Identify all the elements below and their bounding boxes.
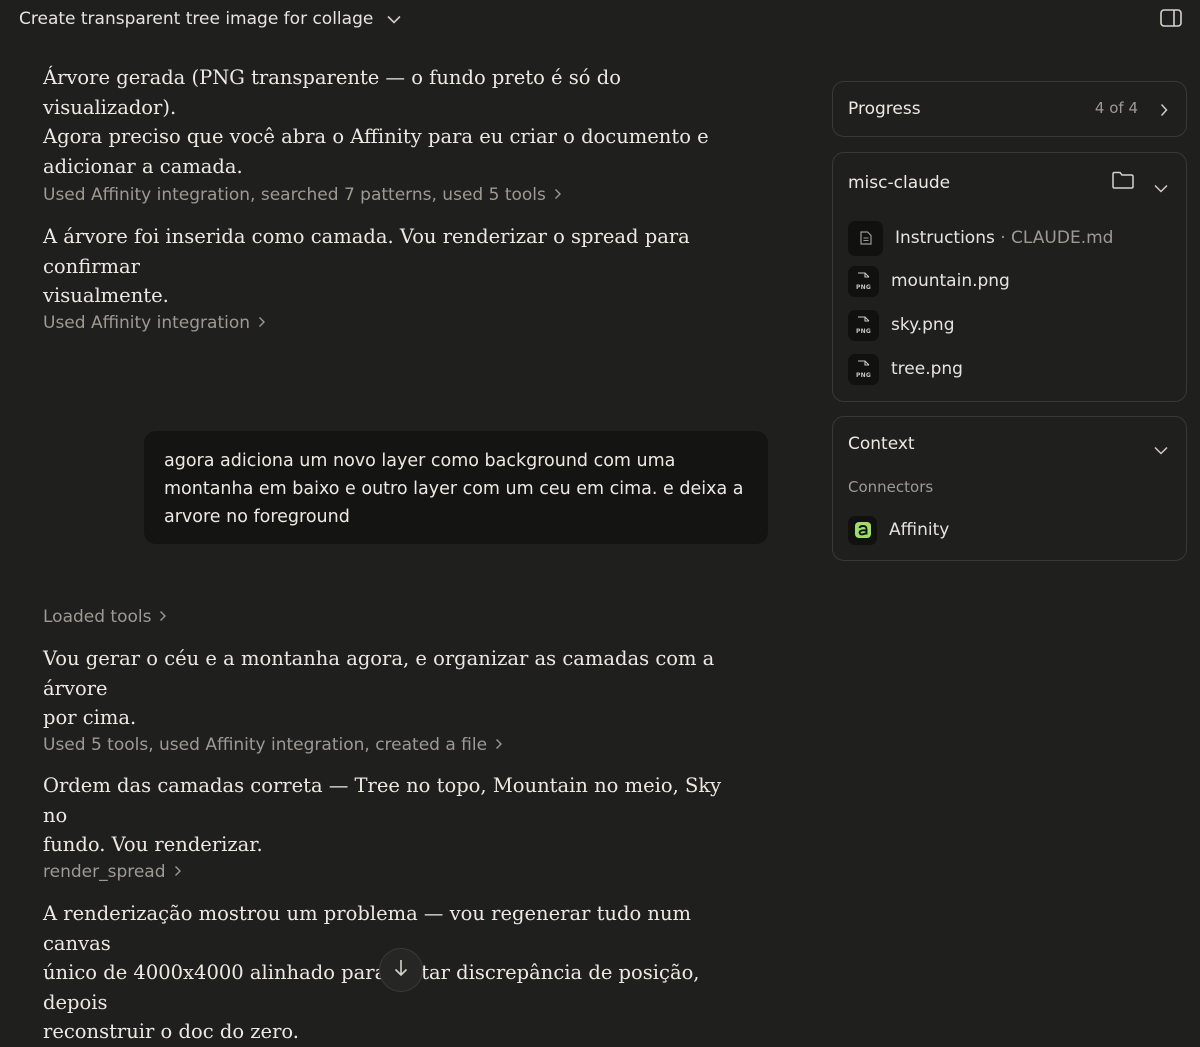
file-item-mountain[interactable]: PNG mountain.png xyxy=(848,265,1010,297)
chevron-right-icon xyxy=(554,186,562,204)
file-name: Instructions xyxy=(895,228,995,248)
connector-name: Affinity xyxy=(889,520,950,540)
scroll-to-bottom-button[interactable] xyxy=(379,948,423,992)
user-message: agora adiciona um novo layer como backgr… xyxy=(144,431,768,544)
assistant-message: Ordem das camadas correta — Tree no topo… xyxy=(43,771,743,860)
project-title: misc-claude xyxy=(848,173,951,193)
message-line: A árvore foi inserida como camada. Vou r… xyxy=(43,225,690,278)
message-line: fundo. Vou renderizar. xyxy=(43,833,263,856)
progress-panel[interactable]: Progress 4 of 4 xyxy=(832,81,1187,137)
message-line: Agora preciso que você abra o Affinity p… xyxy=(43,125,709,148)
document-icon xyxy=(848,220,883,256)
tool-use-label: Used Affinity integration, searched 7 pa… xyxy=(43,185,546,205)
sidebar-toggle-icon[interactable] xyxy=(1160,9,1182,27)
tool-use-summary[interactable]: Loaded tools xyxy=(43,607,167,627)
connectors-label: Connectors xyxy=(848,478,934,496)
message-line: arvore no foreground xyxy=(164,507,350,527)
folder-icon[interactable] xyxy=(1112,171,1134,193)
chat-transcript: Árvore gerada (PNG transparente — o fund… xyxy=(0,0,800,1043)
tool-use-summary[interactable]: render_spread xyxy=(43,862,182,882)
message-line: visualmente. xyxy=(43,284,169,307)
context-title: Context xyxy=(848,434,915,454)
message-line: Vou gerar o céu e a montanha agora, e or… xyxy=(43,647,715,700)
tool-use-summary[interactable]: Used Affinity integration xyxy=(43,313,266,333)
file-subtitle: · CLAUDE.md xyxy=(994,228,1114,248)
project-panel: misc-claude Instructions · CLAUDE.md PNG… xyxy=(832,152,1187,402)
message-line: montanha em baixo e outro layer com um c… xyxy=(164,479,744,499)
png-file-icon: PNG xyxy=(848,353,879,385)
file-item-sky[interactable]: PNG sky.png xyxy=(848,309,955,341)
progress-count: 4 of 4 xyxy=(1094,99,1138,117)
message-line: reconstruir o doc do zero. xyxy=(43,1020,299,1043)
png-file-icon: PNG xyxy=(848,309,879,341)
conversation-title-button[interactable]: Create transparent tree image for collag… xyxy=(19,7,401,31)
png-file-icon: PNG xyxy=(848,265,879,297)
chevron-right-icon xyxy=(258,314,266,332)
tool-use-summary[interactable]: Used Affinity integration, searched 7 pa… xyxy=(43,185,562,205)
tool-use-label: Used 5 tools, used Affinity integration,… xyxy=(43,735,488,755)
file-name: tree.png xyxy=(891,359,963,379)
assistant-message: A árvore foi inserida como camada. Vou r… xyxy=(43,222,743,311)
progress-title: Progress xyxy=(848,99,921,119)
chevron-right-icon[interactable] xyxy=(1160,102,1168,121)
message-line: Ordem das camadas correta — Tree no topo… xyxy=(43,774,722,827)
chevron-right-icon xyxy=(174,863,182,881)
top-bar: Create transparent tree image for collag… xyxy=(0,0,1200,38)
tool-use-summary[interactable]: Used 5 tools, used Affinity integration,… xyxy=(43,735,503,755)
affinity-icon xyxy=(848,515,877,545)
chevron-right-icon xyxy=(495,736,503,754)
tool-use-label: Loaded tools xyxy=(43,607,152,627)
message-line: agora adiciona um novo layer como backgr… xyxy=(164,451,676,471)
tool-use-label: render_spread xyxy=(43,862,166,882)
conversation-title: Create transparent tree image for collag… xyxy=(19,9,374,29)
connector-affinity[interactable]: Affinity xyxy=(848,514,949,546)
file-item-tree[interactable]: PNG tree.png xyxy=(848,353,963,385)
chevron-right-icon xyxy=(159,608,167,626)
message-line: Árvore gerada (PNG transparente — o fund… xyxy=(43,66,621,119)
context-panel: Context Connectors Affinity xyxy=(832,416,1187,561)
message-line: adicionar a camada. xyxy=(43,154,243,178)
arrow-down-icon xyxy=(394,959,408,981)
tool-use-label: Used Affinity integration xyxy=(43,313,251,333)
chevron-down-icon xyxy=(387,15,401,24)
assistant-message: Vou gerar o céu e a montanha agora, e or… xyxy=(43,644,743,733)
chevron-down-icon[interactable] xyxy=(1154,178,1168,197)
assistant-message: Árvore gerada (PNG transparente — o fund… xyxy=(43,63,743,181)
file-name: sky.png xyxy=(891,315,955,335)
file-name: mountain.png xyxy=(891,271,1010,291)
chevron-down-icon[interactable] xyxy=(1154,440,1168,459)
file-item-instructions[interactable]: Instructions · CLAUDE.md xyxy=(848,220,1114,256)
message-line: por cima. xyxy=(43,706,137,729)
